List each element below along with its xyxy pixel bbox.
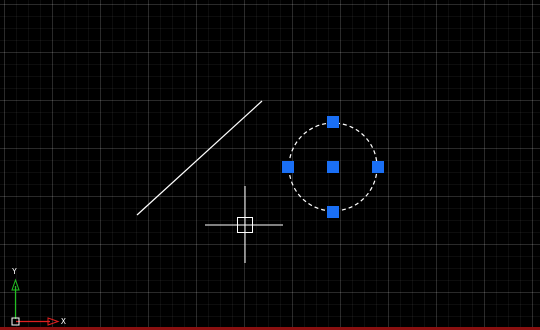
circle-bottom-quadrant-grip[interactable] <box>327 206 339 218</box>
drawing-canvas[interactable]: Y X <box>0 0 540 330</box>
line-entity[interactable] <box>136 100 263 216</box>
crosshair-cursor <box>205 186 283 263</box>
drawing-entities <box>11 100 384 326</box>
circle-top-quadrant-grip[interactable] <box>327 116 339 128</box>
circle-right-quadrant-grip[interactable] <box>372 161 384 173</box>
ucs-y-label: Y <box>12 267 17 276</box>
ucs-icon <box>11 278 60 326</box>
circle-left-quadrant-grip[interactable] <box>282 161 294 173</box>
ucs-x-label: X <box>61 317 66 326</box>
circle-center-grip[interactable] <box>327 161 339 173</box>
